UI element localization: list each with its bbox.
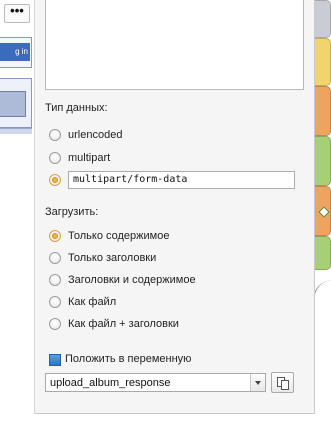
side-tab-yellow[interactable] [315,38,331,86]
radio-circle[interactable] [49,152,61,164]
radio-circle[interactable] [49,274,61,286]
radio-label: Как файл + заголовки [68,318,179,330]
save-to-variable-checkbox[interactable] [49,354,61,366]
canvas-block-2-inner [0,91,26,117]
canvas-block-2-strip [0,128,32,134]
content-type-input[interactable]: multipart/form-data [68,171,295,189]
body-textarea[interactable] [45,0,304,90]
request-settings-panel: Тип данных: urlencoded multipart multipa… [34,0,315,414]
variable-select-value: upload_album_response [50,377,171,389]
radio-label: Только содержимое [68,230,170,242]
radio-circle[interactable] [49,318,61,330]
more-button[interactable]: ••• [4,4,30,23]
side-tab-green-2[interactable] [315,236,331,270]
side-tab-gray[interactable] [315,0,331,38]
radio-label: Как файл [68,296,117,308]
canvas-block-header: g in [0,43,30,61]
radio-label: urlencoded [68,129,123,141]
radio-custom-type[interactable] [49,172,61,188]
radio-circle[interactable] [49,296,61,308]
side-tab-orange[interactable] [315,86,331,136]
radio-urlencoded[interactable]: urlencoded [49,127,122,143]
radio-circle-selected[interactable] [49,174,61,186]
radio-label: Заголовки и содержимое [68,274,196,286]
radio-circle[interactable] [49,252,61,264]
radio-label: Только заголовки [68,252,157,264]
load-label: Загрузить: [45,206,99,218]
copy-icon-front [281,380,289,390]
radio-as-file[interactable]: Как файл [49,294,116,310]
chevron-down-icon[interactable] [250,374,265,391]
radio-multipart[interactable]: multipart [49,150,110,166]
save-to-variable-label: Положить в переменную [65,353,192,365]
radio-as-file-headers[interactable]: Как файл + заголовки [49,316,179,332]
connector-line [313,280,331,320]
radio-circle[interactable] [49,129,61,141]
side-tab-green[interactable] [315,136,331,186]
data-type-label: Тип данных: [45,102,108,114]
radio-circle-selected[interactable] [49,230,61,242]
radio-headers-and-body[interactable]: Заголовки и содержимое [49,272,196,288]
radio-headers-only[interactable]: Только заголовки [49,250,156,266]
radio-label: multipart [68,152,111,164]
copy-button[interactable] [271,372,294,393]
variable-select[interactable]: upload_album_response [45,373,266,392]
radio-body-only[interactable]: Только содержимое [49,228,169,244]
